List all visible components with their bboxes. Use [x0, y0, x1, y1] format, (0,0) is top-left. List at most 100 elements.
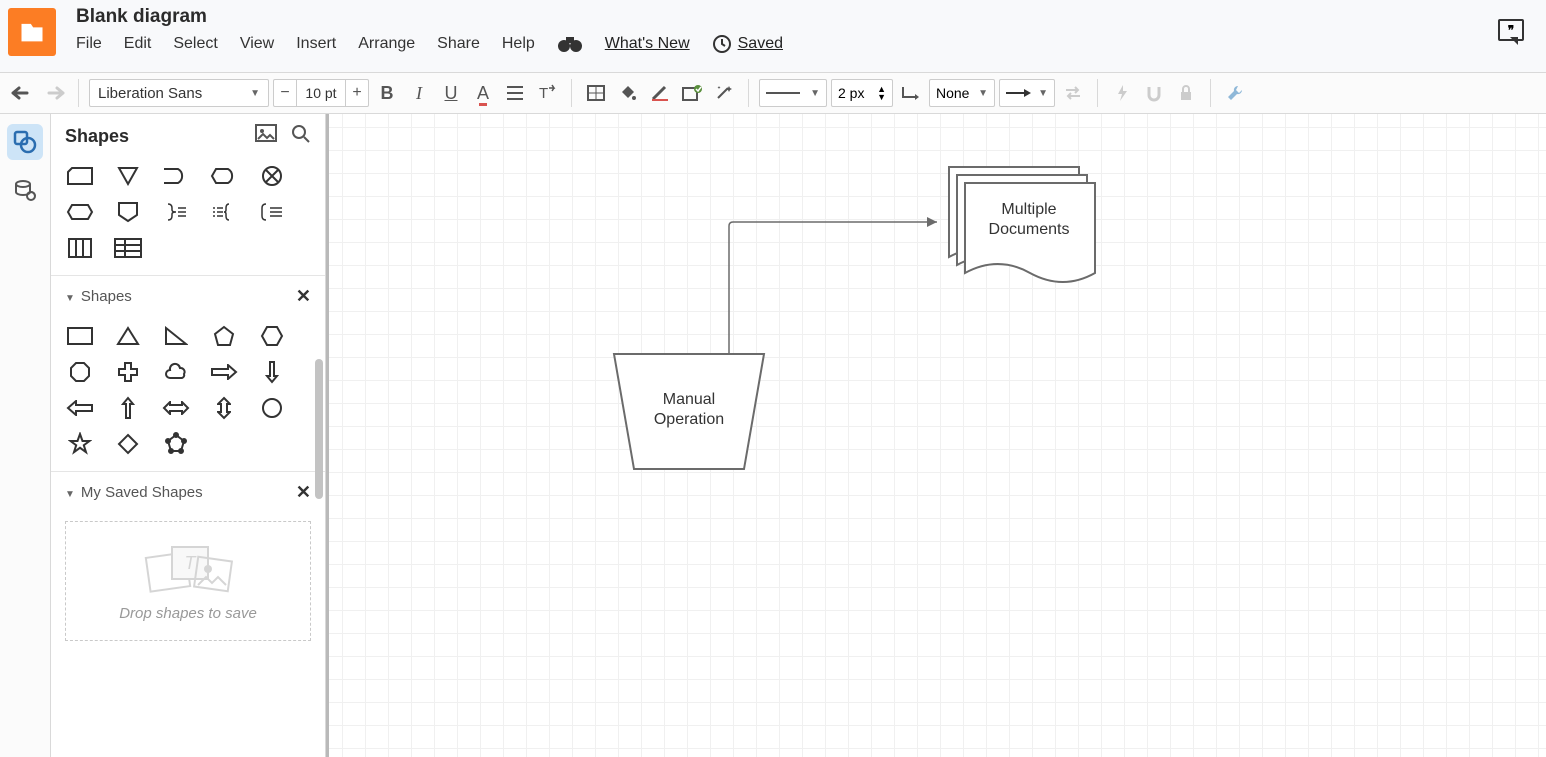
shape-triangle[interactable]: [113, 323, 143, 349]
menu-help[interactable]: Help: [502, 35, 535, 53]
document-title[interactable]: Blank diagram: [76, 6, 1498, 28]
app-header: Blank diagram File Edit Select View Inse…: [0, 0, 1546, 72]
align-button[interactable]: [501, 79, 529, 107]
bold-button[interactable]: B: [373, 79, 401, 107]
lock-button[interactable]: [1172, 79, 1200, 107]
line-width-select[interactable]: 2 px ▲▼: [831, 79, 893, 107]
container-button[interactable]: [582, 79, 610, 107]
saved-shapes-header[interactable]: ▼My Saved Shapes ✕: [51, 472, 325, 513]
shape-arrow-down-thin[interactable]: [257, 359, 287, 385]
shape-arrow-lr[interactable]: [161, 395, 191, 421]
undo-button[interactable]: [8, 79, 36, 107]
shape-hexagon[interactable]: [257, 323, 287, 349]
shape-arrow-ud[interactable]: [209, 395, 239, 421]
search-icon[interactable]: [291, 124, 311, 149]
menu-edit[interactable]: Edit: [124, 35, 152, 53]
underline-button[interactable]: U: [437, 79, 465, 107]
close-icon[interactable]: ✕: [296, 482, 311, 503]
shape-cross[interactable]: [113, 359, 143, 385]
separator: [748, 79, 749, 107]
node-multiple-documents[interactable]: Multiple Documents: [949, 167, 1095, 282]
standard-shapes-header[interactable]: ▼Shapes ✕: [51, 276, 325, 317]
font-size-value[interactable]: 10 pt: [296, 80, 346, 106]
shape-delay[interactable]: [161, 163, 191, 189]
standard-shape-grid: [51, 317, 325, 471]
shapes-tab-button[interactable]: [7, 124, 43, 160]
close-icon[interactable]: ✕: [296, 286, 311, 307]
shape-merge[interactable]: [113, 163, 143, 189]
shape-card[interactable]: [65, 163, 95, 189]
swap-arrows-button[interactable]: [1059, 79, 1087, 107]
shape-rectangle[interactable]: [65, 323, 95, 349]
separator: [1210, 79, 1211, 107]
start-arrow-value: None: [936, 85, 969, 101]
shape-pentagon[interactable]: [209, 323, 239, 349]
shape-arrow-up[interactable]: [113, 395, 143, 421]
shape-options-button[interactable]: [678, 79, 706, 107]
shape-cloud[interactable]: [161, 359, 191, 385]
menu-arrange[interactable]: Arrange: [358, 35, 415, 53]
feedback-icon[interactable]: ❞: [1498, 19, 1524, 41]
caret-icon: ▼: [810, 88, 820, 99]
whats-new-link[interactable]: What's New: [605, 35, 690, 53]
shape-brace-right[interactable]: [161, 199, 191, 225]
end-arrow-select[interactable]: ▼: [999, 79, 1055, 107]
text-color-button[interactable]: A: [469, 79, 497, 107]
menu-file[interactable]: File: [76, 35, 102, 53]
saved-status[interactable]: Saved: [712, 34, 783, 54]
menu-select[interactable]: Select: [173, 35, 217, 53]
italic-button[interactable]: I: [405, 79, 433, 107]
shape-star[interactable]: [65, 431, 95, 457]
shape-circle[interactable]: [257, 395, 287, 421]
line-route-button[interactable]: [897, 79, 925, 107]
start-arrow-select[interactable]: None ▼: [929, 79, 995, 107]
shape-offpage[interactable]: [113, 199, 143, 225]
shape-arrow-right[interactable]: [209, 359, 239, 385]
shape-brace-both[interactable]: [209, 199, 239, 225]
font-size-increase[interactable]: +: [346, 84, 368, 102]
shape-diamond[interactable]: [113, 431, 143, 457]
image-icon[interactable]: [255, 124, 277, 149]
shape-polygon-dots[interactable]: [161, 431, 191, 457]
line-style-select[interactable]: ▼: [759, 79, 827, 107]
font-family-select[interactable]: Liberation Sans ▼: [89, 79, 269, 107]
shape-right-triangle[interactable]: [161, 323, 191, 349]
node-label: Documents: [989, 221, 1070, 238]
shape-preparation[interactable]: [65, 199, 95, 225]
standard-shapes-section: ▼Shapes ✕: [51, 275, 325, 471]
menu-insert[interactable]: Insert: [296, 35, 336, 53]
fill-color-button[interactable]: [614, 79, 642, 107]
font-size-decrease[interactable]: −: [274, 84, 296, 102]
flash-button[interactable]: [1108, 79, 1136, 107]
shape-table-cols[interactable]: [65, 235, 95, 261]
shape-display[interactable]: [209, 163, 239, 189]
shape-brace-left[interactable]: [257, 199, 287, 225]
binoculars-icon[interactable]: [557, 35, 583, 53]
shapes-panel-header: Shapes: [51, 114, 325, 157]
text-rotate-button[interactable]: T: [533, 79, 561, 107]
node-manual-operation[interactable]: Manual Operation: [614, 354, 764, 469]
shape-table-grid[interactable]: [113, 235, 143, 261]
toolbar: Liberation Sans ▼ − 10 pt + B I U A T ▼ …: [0, 72, 1546, 114]
shape-octagon[interactable]: [65, 359, 95, 385]
data-tab-button[interactable]: [7, 172, 43, 208]
menu-view[interactable]: View: [240, 35, 274, 53]
scrollbar-thumb[interactable]: [315, 359, 323, 499]
connector[interactable]: [729, 217, 937, 354]
redo-button[interactable]: [40, 79, 68, 107]
shapes-panel: Shapes ▼Shapes ✕: [51, 114, 326, 757]
app-logo[interactable]: [8, 8, 56, 56]
menu-share[interactable]: Share: [437, 35, 480, 53]
saved-shapes-dropzone[interactable]: T Drop shapes to save: [65, 521, 311, 641]
stepper-icon: ▲▼: [877, 85, 886, 101]
shape-arrow-left[interactable]: [65, 395, 95, 421]
magic-button[interactable]: [710, 79, 738, 107]
line-color-button[interactable]: [646, 79, 674, 107]
shapes-panel-title: Shapes: [65, 126, 129, 147]
shape-summing[interactable]: [257, 163, 287, 189]
font-size-stepper[interactable]: − 10 pt +: [273, 79, 369, 107]
magnet-button[interactable]: [1140, 79, 1168, 107]
wrench-button[interactable]: [1221, 79, 1249, 107]
separator: [78, 79, 79, 107]
diagram-canvas[interactable]: Multiple Documents Manual Operation: [326, 114, 1546, 757]
